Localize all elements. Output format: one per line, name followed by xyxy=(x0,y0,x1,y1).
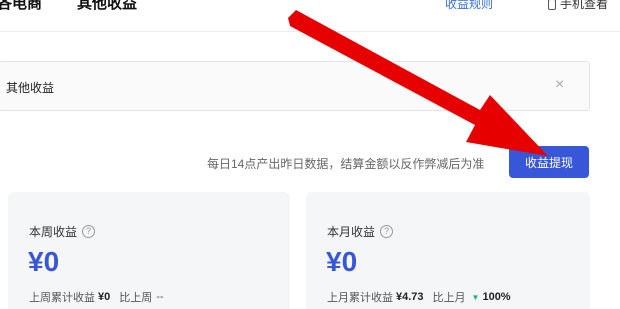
phone-icon xyxy=(548,0,556,10)
data-notice: 每日14点产出昨日数据，结算金额以反作弊减后为准 xyxy=(207,157,485,171)
weekly-income-card: 本周收益 ? ¥0 上周累计收益 ¥0 比上周 -- xyxy=(8,192,290,309)
compare-label: 比上月 xyxy=(432,292,466,304)
income-amount: ¥0 xyxy=(28,246,60,277)
compare-value: 100% xyxy=(482,291,511,303)
tab-other-income[interactable]: 其他收益 xyxy=(77,0,137,13)
header-divider xyxy=(0,31,620,32)
footer-value: ¥0 xyxy=(98,291,111,303)
close-icon[interactable]: × xyxy=(555,76,564,94)
footer-label: 上月累计收益 xyxy=(327,292,393,304)
top-tabs: 各电商 其他收益 收益规则 手机查看 xyxy=(0,0,620,16)
compare-value: -- xyxy=(156,291,164,303)
card-footer: 上周累计收益 ¥0 比上周 -- xyxy=(29,289,164,305)
income-amount: ¥0 xyxy=(326,246,358,277)
monthly-income-card: 本月收益 ? ¥0 上月累计收益 ¥4.73 比上月 ▼ 100% xyxy=(306,192,590,309)
withdraw-button[interactable]: 收益提现 xyxy=(509,146,589,178)
card-title: 本月收益 xyxy=(327,225,376,239)
tab-ecommerce[interactable]: 各电商 xyxy=(0,0,42,13)
question-icon[interactable]: ? xyxy=(380,225,394,238)
card-title: 本周收益 xyxy=(29,225,78,239)
compare-label: 比上周 xyxy=(119,292,153,304)
footer-value: ¥4.73 xyxy=(396,291,424,303)
phone-view-label: 手机查看 xyxy=(560,0,609,11)
question-icon[interactable]: ? xyxy=(82,225,96,238)
down-arrow-icon: ▼ xyxy=(471,292,480,302)
phone-view-button[interactable]: 手机查看 xyxy=(548,0,608,12)
income-rules-link[interactable]: 收益规则 xyxy=(445,0,493,12)
select-value: 其他收益 xyxy=(6,81,55,95)
card-title-row: 本月收益 ? xyxy=(327,223,394,240)
card-footer: 上月累计收益 ¥4.73 比上月 ▼ 100% xyxy=(327,289,511,305)
footer-label: 上周累计收益 xyxy=(29,292,95,304)
income-type-select[interactable]: 其他收益 × xyxy=(0,61,590,111)
card-title-row: 本周收益 ? xyxy=(29,223,96,240)
